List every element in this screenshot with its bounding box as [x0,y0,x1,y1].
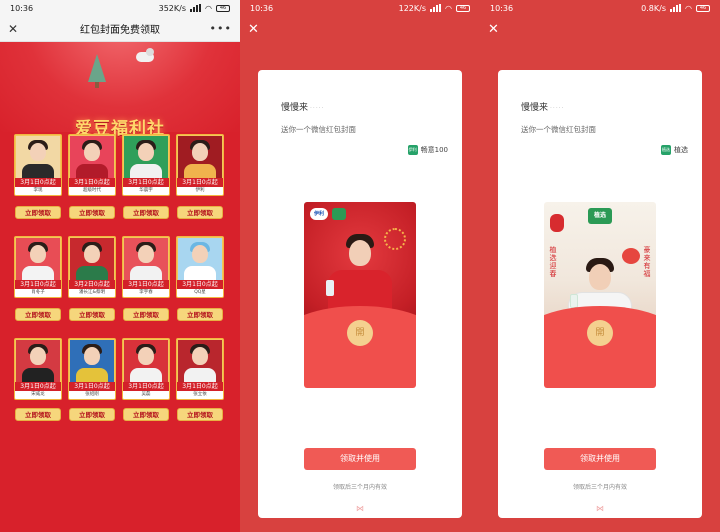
claim-button[interactable]: 立即领取 [123,408,169,421]
milk-bottle [570,294,578,308]
battery-icon: 46 [456,4,470,12]
wifi-icon: ◠ [205,3,212,13]
page-title: 红包封面免费领取 [80,25,160,36]
claim-button[interactable]: 立即领取 [15,206,61,219]
status-bar: 10:36 352K/s ◠ 46 [0,0,240,16]
slogan-right: 豪来有福 [643,246,651,278]
brand-name: 慢慢来 ····· [521,103,565,113]
status-bar: 10:36 122K/s ◠ 46 [240,0,480,16]
status-time: 10:36 [490,3,514,13]
ox-mascot-icon [622,248,640,264]
cover-card[interactable]: 3月1日0点起 华晨宇 [122,134,170,196]
close-icon[interactable]: ✕ [8,22,18,36]
wifi-icon: ◠ [445,3,452,13]
cover-card[interactable]: 3月1日0点起 QQ星 [176,236,224,298]
sponsor-logo-icon: 伊利 [407,145,418,155]
cover-card[interactable]: 3月1日0点起 肖冬子 [14,236,62,298]
signal-icon [670,4,682,12]
status-bar: 10:36 0.8K/s ◠ 46 [480,0,720,16]
christmas-tree-icon [88,54,106,82]
cover-card[interactable]: 3月1日0点起 张立依 [176,338,224,400]
signal-icon [190,4,202,12]
brand-logo: 伊利 [310,208,328,220]
validity-note: 领取后三个月内有效 [332,484,387,491]
sponsor: 植选 植选 [661,145,688,155]
cover-card[interactable]: 3月1日0点起 李现 [14,134,62,196]
cover-sheet: 慢慢来 ····· 送你一个微信红包封面 植选 植选 植选 植选迎春 豪来有福 開 [498,70,702,518]
title-bar: ✕ 红包封面免费领取 ••• [0,16,240,42]
claim-button[interactable]: 立即领取 [123,206,169,219]
middle-screen: 10:36 122K/s ◠ 46 ✕ 慢慢来 ····· 送你一个微信红包封面 … [240,0,480,532]
claim-button[interactable]: 立即领取 [177,308,223,321]
bow-icon: ⋈ [356,504,364,513]
close-icon[interactable]: ✕ [488,22,499,37]
claim-button[interactable]: 立即领取 [69,408,115,421]
more-icon[interactable]: ••• [210,22,232,35]
product-logo [332,208,346,220]
claim-and-use-button[interactable]: 领取并使用 [304,448,416,470]
status-time: 10:36 [250,3,274,13]
slogan-left: 植选迎春 [549,246,557,278]
left-screen: 10:36 352K/s ◠ 46 ✕ 红包封面免费领取 ••• 爱豆福利社 3… [0,0,240,532]
battery-icon: 46 [696,4,710,12]
red-envelope-cover[interactable]: 伊利 開 [304,202,416,388]
sponsor: 伊利 畅意100 [407,145,448,155]
red-envelope-cover[interactable]: 植选 植选迎春 豪来有福 開 [544,202,656,388]
claim-button[interactable]: 立即领取 [177,206,223,219]
cover-card[interactable]: 3月1日0点起 吴磊 [122,338,170,400]
brand-name: 慢慢来 ····· [281,103,325,113]
subtitle: 送你一个微信红包封面 [281,125,356,134]
subtitle: 送你一个微信红包封面 [521,125,596,134]
status-time: 10:36 [10,3,34,13]
lantern-icon [550,214,564,232]
wifi-icon: ◠ [685,3,692,13]
open-coin-icon: 開 [587,320,613,346]
milk-bottle [326,280,334,296]
sponsor-logo-icon: 植选 [661,145,671,155]
cover-card[interactable]: 3月1日0点起 宋威龙 [14,338,62,400]
network-speed: 352K/s [158,3,187,13]
open-coin-icon: 開 [347,320,373,346]
firework-icon [384,228,406,250]
claim-button[interactable]: 立即领取 [69,206,115,219]
network-speed: 122K/s [398,3,427,13]
cover-sheet: 慢慢来 ····· 送你一个微信红包封面 伊利 畅意100 伊利 開 领取并使用 … [258,70,462,518]
bow-icon: ⋈ [596,504,604,513]
battery-icon: 46 [216,4,230,12]
right-screen: 10:36 0.8K/s ◠ 46 ✕ 慢慢来 ····· 送你一个微信红包封面 … [480,0,720,532]
claim-button[interactable]: 立即领取 [177,408,223,421]
signal-icon [430,4,442,12]
cover-card[interactable]: 3月1日0点起 伊利 [176,134,224,196]
cover-card[interactable]: 3月1日0点起 张绍刚 [68,338,116,400]
cover-card[interactable]: 3月2日0点起 潘长江&蔡明 [68,236,116,298]
close-icon[interactable]: ✕ [248,22,259,37]
brand-logo: 植选 [588,208,612,224]
claim-and-use-button[interactable]: 领取并使用 [544,448,656,470]
network-speed: 0.8K/s [641,3,667,13]
validity-note: 领取后三个月内有效 [572,484,627,491]
claim-button[interactable]: 立即领取 [15,408,61,421]
claim-button[interactable]: 立即领取 [15,308,61,321]
claim-button[interactable]: 立即领取 [123,308,169,321]
cover-card[interactable]: 3月1日0点起 超级时代 [68,134,116,196]
claim-button[interactable]: 立即领取 [69,308,115,321]
cover-card[interactable]: 3月1日0点起 李宇春 [122,236,170,298]
